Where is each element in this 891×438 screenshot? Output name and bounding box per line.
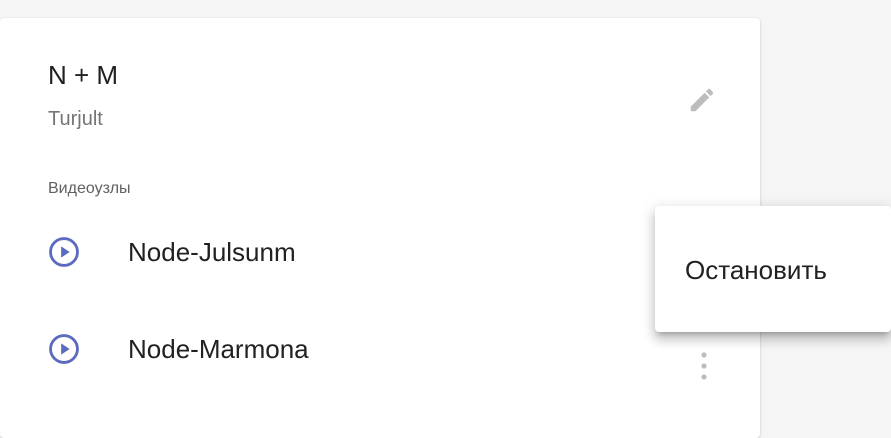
play-circle-icon[interactable]	[36, 224, 92, 280]
more-vert-icon	[701, 352, 707, 380]
node-label: Node-Julsunm	[128, 236, 296, 267]
play-circle-icon[interactable]	[36, 321, 92, 377]
node-label: Node-Marmona	[128, 333, 309, 364]
card-title: N + M	[48, 60, 119, 90]
more-options-button[interactable]	[680, 342, 728, 390]
edit-button[interactable]	[678, 76, 726, 124]
context-menu: Остановить	[655, 206, 891, 332]
card-subtitle: Turjult	[48, 108, 103, 130]
menu-item-stop[interactable]: Остановить	[655, 246, 891, 294]
node-list-item[interactable]: Node-Julsunm	[36, 224, 736, 280]
section-label: Видеоузлы	[48, 180, 131, 197]
node-list-item[interactable]: Node-Marmona	[36, 321, 736, 377]
pencil-icon	[690, 88, 714, 112]
